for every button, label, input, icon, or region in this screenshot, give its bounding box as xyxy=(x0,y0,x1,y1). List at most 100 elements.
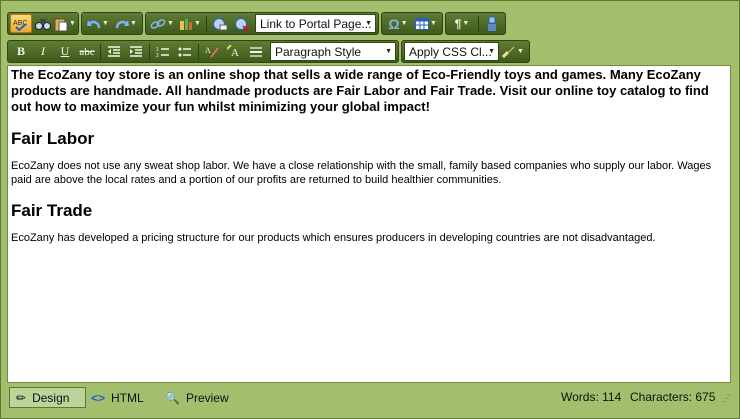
link-icon xyxy=(150,18,166,29)
strikethrough-button[interactable]: abc xyxy=(76,42,98,61)
indent-icon xyxy=(130,45,142,57)
chevron-down-icon: ▼ xyxy=(130,20,137,27)
fair-labor-paragraph: EcoZany does not use any sweat shop labo… xyxy=(11,160,712,186)
chevron-down-icon: ▼ xyxy=(430,20,437,27)
toolbar-row-2: B I U abc 12 A A Paragraph Style ▼ Apply… xyxy=(7,39,532,64)
chevron-down-icon: ▼ xyxy=(488,48,495,55)
separator xyxy=(206,15,207,32)
outdent-icon xyxy=(108,45,120,57)
bold-button[interactable]: B xyxy=(10,42,32,61)
heading-fair-labor: Fair Labor xyxy=(11,129,95,148)
underline-button[interactable]: U xyxy=(54,42,76,61)
pilcrow-icon: ¶ xyxy=(454,16,462,31)
horizontal-rule-button[interactable] xyxy=(245,42,267,61)
paragraph-style-dropdown-value: Paragraph Style xyxy=(275,44,362,59)
rich-text-editor: ABC ▼ ▼ ▼ ▼ ▼ Link to Portal Page... ▼ Ω… xyxy=(0,0,740,419)
paragraph-style-dropdown[interactable]: Paragraph Style ▼ xyxy=(270,42,396,61)
word-count: Words: 114 xyxy=(561,390,622,404)
intro-paragraph: The EcoZany toy store is an online shop … xyxy=(11,67,709,114)
insert-media-button[interactable]: ▼ xyxy=(176,14,204,33)
svg-text:2: 2 xyxy=(156,53,159,58)
redo-button[interactable]: ▼ xyxy=(112,14,140,33)
undo-icon xyxy=(87,19,101,28)
hyperlink-button[interactable]: ▼ xyxy=(148,14,176,33)
preview-mode-label: Preview xyxy=(185,390,229,405)
numbered-list-button[interactable]: 12 xyxy=(152,42,174,61)
status-bar: ✏ Design <> HTML 🔍 Preview Words: 114 Ch… xyxy=(7,387,733,409)
html-mode-tab[interactable]: <> HTML xyxy=(91,387,144,408)
media-icon xyxy=(180,18,193,30)
chevron-down-icon: ▼ xyxy=(102,20,109,27)
portal-page-dropdown[interactable]: Link to Portal Page... ▼ xyxy=(255,14,376,33)
numbered-list-icon: 12 xyxy=(156,47,169,58)
separator xyxy=(198,43,199,60)
heading-fair-trade: Fair Trade xyxy=(11,201,93,220)
chevron-down-icon: ▼ xyxy=(365,20,372,27)
character-count: Characters: 675 xyxy=(630,390,716,404)
separator xyxy=(100,43,101,60)
cleaner-icon xyxy=(488,16,496,31)
css-group: Apply CSS Cl... ▼ ▼ xyxy=(401,40,530,63)
html-mode-label: HTML xyxy=(111,390,144,405)
text-highlight-button[interactable]: A xyxy=(223,42,245,61)
insert-symbol-button[interactable]: Ω ▼ xyxy=(384,14,412,33)
magnifier-icon: 🔍 xyxy=(165,390,180,405)
portal-page-dropdown-value: Link to Portal Page... xyxy=(260,16,372,31)
omega-icon: Ω xyxy=(388,15,400,32)
horizontal-rule-icon xyxy=(250,46,262,57)
clipboard-icon xyxy=(54,18,68,31)
italic-button[interactable]: I xyxy=(32,42,54,61)
undo-button[interactable]: ▼ xyxy=(84,14,112,33)
svg-text:A: A xyxy=(231,47,239,58)
code-icon: <> xyxy=(91,390,106,405)
symbols-group: Ω ▼ ▼ xyxy=(381,12,443,35)
spellcheck-button[interactable]: ABC xyxy=(10,14,32,33)
link-group: ▼ ▼ Link to Portal Page... ▼ xyxy=(145,12,379,35)
chevron-down-icon: ▼ xyxy=(400,20,408,27)
css-class-dropdown-value: Apply CSS Cl... xyxy=(409,44,492,59)
pencil-icon: ✏ xyxy=(16,390,27,405)
text-style-group: B I U abc 12 A A Paragraph Style ▼ xyxy=(7,40,399,63)
separator xyxy=(149,43,150,60)
indent-button[interactable] xyxy=(125,42,147,61)
globe-unlink-icon xyxy=(235,17,250,31)
chevron-down-icon: ▼ xyxy=(194,20,201,27)
redo-icon xyxy=(115,19,130,28)
chevron-down-icon: ▼ xyxy=(517,48,524,55)
separator xyxy=(478,15,479,32)
clean-format-button[interactable] xyxy=(481,14,503,33)
find-button[interactable] xyxy=(32,14,54,33)
highlight-icon: A xyxy=(227,45,239,58)
editor-content-area[interactable]: The EcoZany toy store is an online shop … xyxy=(7,65,731,383)
remove-link-button[interactable] xyxy=(231,14,253,33)
chevron-down-icon: ▼ xyxy=(69,20,76,27)
svg-text:A: A xyxy=(205,46,211,55)
preview-mode-tab[interactable]: 🔍 Preview xyxy=(165,387,229,408)
insert-link-button[interactable] xyxy=(209,14,231,33)
spellcheck-icon: ABC xyxy=(13,20,27,31)
css-class-dropdown[interactable]: Apply CSS Cl... ▼ xyxy=(404,42,499,61)
binoculars-icon xyxy=(35,18,51,30)
abc-check-icon: A xyxy=(205,46,219,58)
chevron-down-icon: ▼ xyxy=(385,48,392,55)
format-painter-button[interactable]: ▼ xyxy=(499,42,527,61)
brush-icon xyxy=(502,45,516,58)
bullet-list-icon xyxy=(178,47,191,56)
paragraph-marks-button[interactable]: ¶ ▼ xyxy=(448,14,476,33)
bullet-list-button[interactable] xyxy=(174,42,196,61)
paste-button[interactable]: ▼ xyxy=(54,14,76,33)
chevron-down-icon: ▼ xyxy=(462,20,470,27)
format-group: ¶ ▼ xyxy=(445,12,506,35)
toolbar-row-1: ABC ▼ ▼ ▼ ▼ ▼ Link to Portal Page... ▼ Ω… xyxy=(7,11,508,36)
edit-group: ABC ▼ xyxy=(7,12,79,35)
globe-link-icon xyxy=(213,17,228,30)
spell-style-button[interactable]: A xyxy=(201,42,223,61)
undo-redo-group: ▼ ▼ xyxy=(81,12,143,35)
insert-table-button[interactable]: ▼ xyxy=(412,14,440,33)
fair-trade-paragraph: EcoZany has developed a pricing structur… xyxy=(11,232,656,244)
design-mode-tab[interactable]: ✏ Design xyxy=(9,387,86,408)
design-mode-label: Design xyxy=(32,390,70,405)
chevron-down-icon: ▼ xyxy=(167,20,174,27)
outdent-button[interactable] xyxy=(103,42,125,61)
resize-grip-icon[interactable]: ⋰ xyxy=(722,393,731,404)
